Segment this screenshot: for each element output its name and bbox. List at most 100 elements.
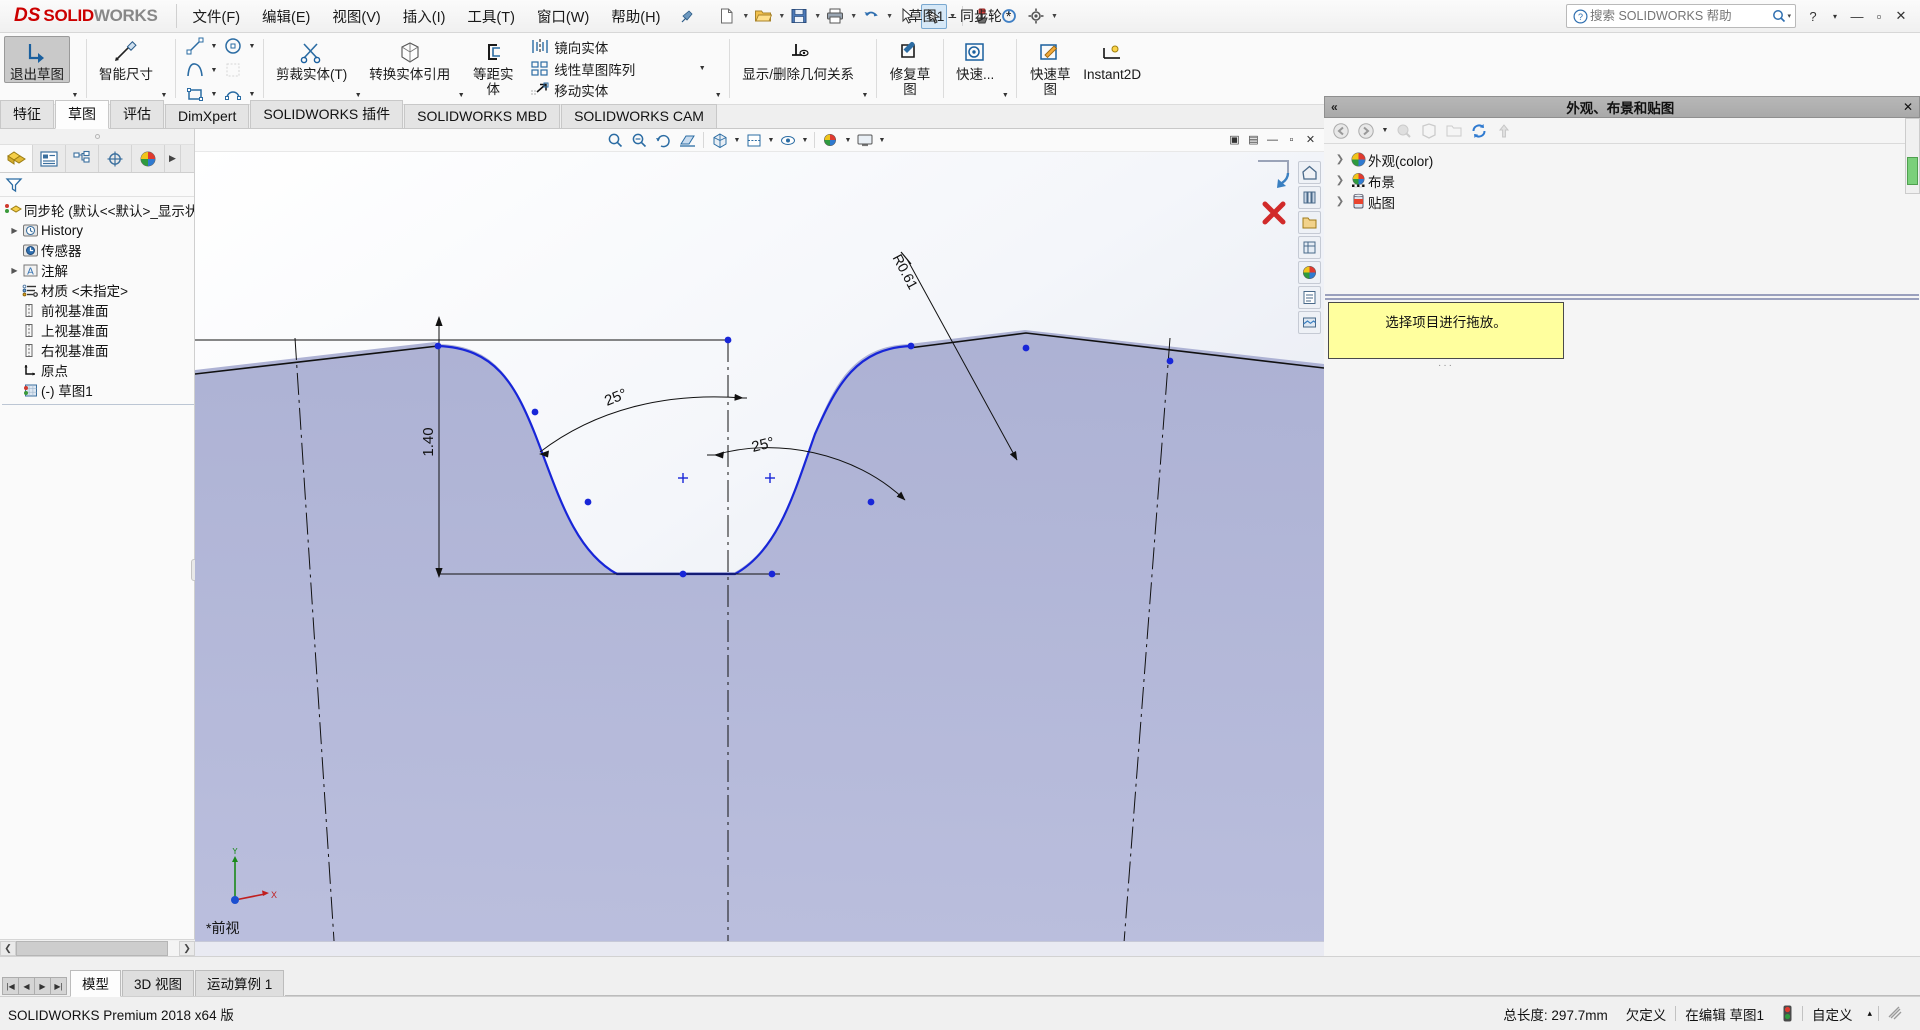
tab-sw-addins[interactable]: SOLIDWORKS 插件 bbox=[250, 100, 403, 128]
undo-caret[interactable]: ▼ bbox=[886, 13, 893, 20]
graphics-close-button[interactable]: ✕ bbox=[1301, 130, 1320, 149]
cancel-red-x-icon[interactable] bbox=[1260, 199, 1288, 227]
selection-caret[interactable]: ▼ bbox=[949, 13, 956, 20]
library-icon[interactable] bbox=[1298, 186, 1321, 209]
graphics-maximize-button[interactable]: ▫ bbox=[1282, 130, 1301, 149]
restore-panel-button[interactable]: ▣ bbox=[1225, 130, 1244, 149]
up-level-icon[interactable] bbox=[1493, 120, 1515, 141]
options-gear-icon[interactable] bbox=[1023, 4, 1049, 29]
line-caret[interactable]: ▼ bbox=[209, 43, 219, 50]
hide-show-caret[interactable]: ▼ bbox=[800, 137, 810, 144]
new-document-caret[interactable]: ▼ bbox=[742, 13, 749, 20]
tab-sw-mbd[interactable]: SOLIDWORKS MBD bbox=[404, 104, 560, 128]
view-orientation-caret[interactable]: ▼ bbox=[732, 137, 742, 144]
spline-icon[interactable] bbox=[182, 58, 208, 82]
nav-first-button[interactable]: |◀ bbox=[2, 977, 19, 995]
convert-entities-caret[interactable]: ▼ bbox=[456, 92, 466, 99]
linear-pattern-button[interactable]: 线性草图阵列 ▼ bbox=[530, 58, 707, 80]
dimxpert-manager-tab[interactable] bbox=[99, 145, 132, 172]
nav-last-button[interactable]: ▶| bbox=[50, 977, 67, 995]
graphics-minimize-button[interactable]: — bbox=[1263, 130, 1282, 149]
custom-properties-icon[interactable] bbox=[1298, 286, 1321, 309]
move-entities-button[interactable]: 移动实体 bbox=[530, 79, 707, 101]
feature-filter-bar[interactable] bbox=[0, 173, 194, 197]
linear-pattern-caret[interactable]: ▼ bbox=[697, 65, 707, 72]
open-document-icon[interactable] bbox=[750, 4, 776, 29]
selection-filter-icon[interactable] bbox=[921, 4, 947, 29]
task-pane-vscroll-thumb[interactable] bbox=[1907, 157, 1918, 185]
quick-snaps-caret[interactable]: ▼ bbox=[1000, 92, 1010, 99]
sketch-fillet-grid-icon[interactable] bbox=[220, 58, 246, 82]
property-manager-tab[interactable] bbox=[33, 145, 66, 172]
relations-caret[interactable]: ▼ bbox=[860, 92, 870, 99]
exit-sketch-button[interactable]: 退出草图 bbox=[4, 36, 70, 83]
forward-icon[interactable] bbox=[1355, 120, 1377, 141]
pin-icon[interactable] bbox=[680, 9, 694, 23]
display-manager-tab[interactable] bbox=[132, 145, 165, 172]
spline-caret[interactable]: ▼ bbox=[209, 67, 219, 74]
sketch-canvas[interactable]: 1.40 25° 25° bbox=[195, 152, 1324, 956]
rebuild-icon[interactable] bbox=[969, 4, 995, 29]
open-document-caret[interactable]: ▼ bbox=[778, 13, 785, 20]
arc-caret[interactable]: ▼ bbox=[247, 91, 257, 98]
search-library-icon[interactable] bbox=[1298, 236, 1321, 259]
tree-item-right-plane[interactable]: 右视基准面 bbox=[2, 340, 194, 360]
instant2d-button[interactable]: Instant2D bbox=[1077, 36, 1147, 83]
tab-sketch[interactable]: 草图 bbox=[55, 100, 109, 129]
help-search-input[interactable] bbox=[1588, 8, 1772, 24]
display-style-caret[interactable]: ▼ bbox=[766, 137, 776, 144]
rectangle-caret[interactable]: ▼ bbox=[209, 91, 219, 98]
exit-sketch-caret[interactable]: ▼ bbox=[70, 92, 80, 99]
close-button[interactable]: ✕ bbox=[1890, 4, 1912, 28]
print-caret[interactable]: ▼ bbox=[850, 13, 857, 20]
appearances-panel-icon[interactable] bbox=[1298, 261, 1321, 284]
arc-icon[interactable] bbox=[220, 82, 246, 106]
menu-help[interactable]: 帮助(H) bbox=[601, 1, 670, 32]
panel-grip[interactable] bbox=[0, 129, 194, 145]
menu-view[interactable]: 视图(V) bbox=[322, 1, 390, 32]
convert-entities-button[interactable]: 转换实体引用 bbox=[363, 36, 456, 83]
refresh-icon[interactable] bbox=[1468, 120, 1490, 141]
trim-entities-button[interactable]: 剪裁实体(T) bbox=[270, 36, 353, 83]
help-button[interactable]: ? bbox=[1802, 4, 1824, 28]
file-explorer-icon[interactable] bbox=[1298, 211, 1321, 234]
task-pane-resize-dots[interactable]: ··· bbox=[1328, 360, 1564, 371]
scroll-track[interactable] bbox=[16, 941, 179, 956]
scroll-left-icon[interactable]: ❮ bbox=[0, 941, 16, 956]
hide-show-items-icon[interactable] bbox=[776, 130, 800, 151]
previous-view-icon[interactable] bbox=[651, 130, 675, 151]
options-caret[interactable]: ▼ bbox=[1051, 13, 1058, 20]
tree-item-sketch1[interactable]: (-) 草图1 bbox=[2, 380, 194, 400]
mirror-entities-button[interactable]: 镜向实体 bbox=[530, 36, 707, 58]
repair-sketch-button[interactable]: 修复草图 bbox=[883, 36, 937, 98]
menu-tools[interactable]: 工具(T) bbox=[457, 1, 525, 32]
menu-edit[interactable]: 编辑(E) bbox=[252, 1, 320, 32]
edit-appearance-caret[interactable]: ▼ bbox=[843, 137, 853, 144]
tab-evaluate[interactable]: 评估 bbox=[110, 100, 164, 128]
view-palette-icon[interactable] bbox=[1298, 311, 1321, 334]
display-style-icon[interactable] bbox=[742, 130, 766, 151]
new-document-icon[interactable] bbox=[714, 4, 740, 29]
feature-tree-hscrollbar[interactable]: ❮ ❯ bbox=[0, 939, 195, 956]
status-custom-label[interactable]: 自定义 bbox=[1803, 1004, 1862, 1024]
offset-entities-button[interactable]: 等距实体 bbox=[466, 36, 520, 98]
split-panel-button[interactable]: ▤ bbox=[1244, 130, 1263, 149]
status-resize-grip-icon[interactable] bbox=[1879, 1006, 1912, 1021]
pattern-group-caret[interactable]: ▼ bbox=[713, 92, 723, 99]
nav-next-button[interactable]: ▶ bbox=[34, 977, 51, 995]
home-icon[interactable] bbox=[1298, 161, 1321, 184]
menu-window[interactable]: 窗口(W) bbox=[527, 1, 599, 32]
task-pane-splitter[interactable] bbox=[1324, 292, 1920, 301]
task-pane-close-icon[interactable]: ✕ bbox=[1903, 100, 1913, 114]
back-icon[interactable] bbox=[1330, 120, 1352, 141]
tree-item-sensors[interactable]: 传感器 bbox=[2, 240, 194, 260]
scroll-right-icon[interactable]: ❯ bbox=[179, 941, 195, 956]
display-delete-relations-button[interactable]: 显示/删除几何关系 bbox=[736, 36, 860, 83]
status-custom-caret[interactable]: ▴ bbox=[1861, 1008, 1878, 1019]
nav-prev-button[interactable]: ◀ bbox=[18, 977, 35, 995]
trim-entities-caret[interactable]: ▼ bbox=[353, 92, 363, 99]
task-item-scene[interactable]: ❯ 布景 bbox=[1332, 170, 1920, 191]
tab-dimxpert[interactable]: DimXpert bbox=[165, 104, 249, 128]
scene-icon[interactable] bbox=[1418, 120, 1440, 141]
view-orientation-icon[interactable] bbox=[708, 130, 732, 151]
